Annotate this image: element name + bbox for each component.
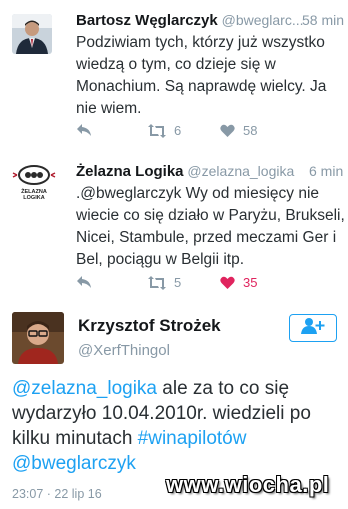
author-name[interactable]: Krzysztof Strożek [78, 316, 221, 336]
tweet-time: 6 min [309, 163, 344, 179]
heart-icon [220, 124, 235, 138]
like-count: 58 [243, 123, 258, 138]
mention-link[interactable]: @bweglarczyk [12, 453, 136, 474]
hashtag-link[interactable]: #winapilotów [138, 428, 247, 449]
tweet-actions: 6 58 [76, 123, 336, 139]
author-handle[interactable]: @zelazna_logika [187, 163, 294, 179]
like-button[interactable]: 58 [220, 123, 257, 138]
tweet-bweglarczyk[interactable]: Bartosz Węglarczyk @bweglarc... 58 min P… [0, 0, 348, 148]
author-handle[interactable]: @bweglarc... [222, 12, 304, 28]
tweet-actions: 5 35 [76, 275, 336, 291]
retweet-icon [148, 123, 166, 138]
watermark: www.wiocha.pl [166, 472, 330, 497]
reply-icon[interactable] [76, 123, 92, 137]
retweet-button[interactable]: 6 [148, 123, 181, 138]
avatar[interactable] [12, 14, 52, 54]
mention-link[interactable]: @zelazna_logika [12, 378, 157, 399]
reply-icon[interactable] [76, 275, 92, 289]
like-count: 35 [243, 275, 258, 290]
tweet-time: 58 min [302, 12, 345, 28]
avatar-label: ŻELAZNA LOGIKA [21, 189, 47, 201]
retweet-count: 6 [174, 123, 182, 138]
tweet-text: @zelazna_logika ale za to co się wydarzy… [12, 378, 311, 474]
tweet-zelazna-logika[interactable]: ŻELAZNA LOGIKA Żelazna Logika @zelazna_l… [0, 148, 348, 296]
author-handle[interactable]: @XerfThingol [78, 342, 170, 359]
like-button[interactable]: 35 [220, 275, 257, 290]
author-name[interactable]: Żelazna Logika [76, 163, 184, 180]
tweet-text: Podziwiam tych, którzy już wszystko wied… [76, 34, 327, 117]
retweet-button[interactable]: 5 [148, 275, 181, 290]
follow-button[interactable] [289, 314, 337, 342]
tweet-text: .@bweglarczyk Wy od miesięcy nie wiecie … [76, 185, 345, 268]
avatar[interactable]: ŻELAZNA LOGIKA [12, 162, 56, 202]
author-name[interactable]: Bartosz Węglarczyk [76, 12, 218, 29]
avatar[interactable] [12, 312, 64, 364]
retweet-icon [148, 275, 166, 290]
timestamp: 23:07 · 22 lip 16 [12, 487, 102, 501]
retweet-count: 5 [174, 275, 182, 290]
heart-icon [220, 276, 235, 290]
add-user-icon [301, 317, 325, 340]
